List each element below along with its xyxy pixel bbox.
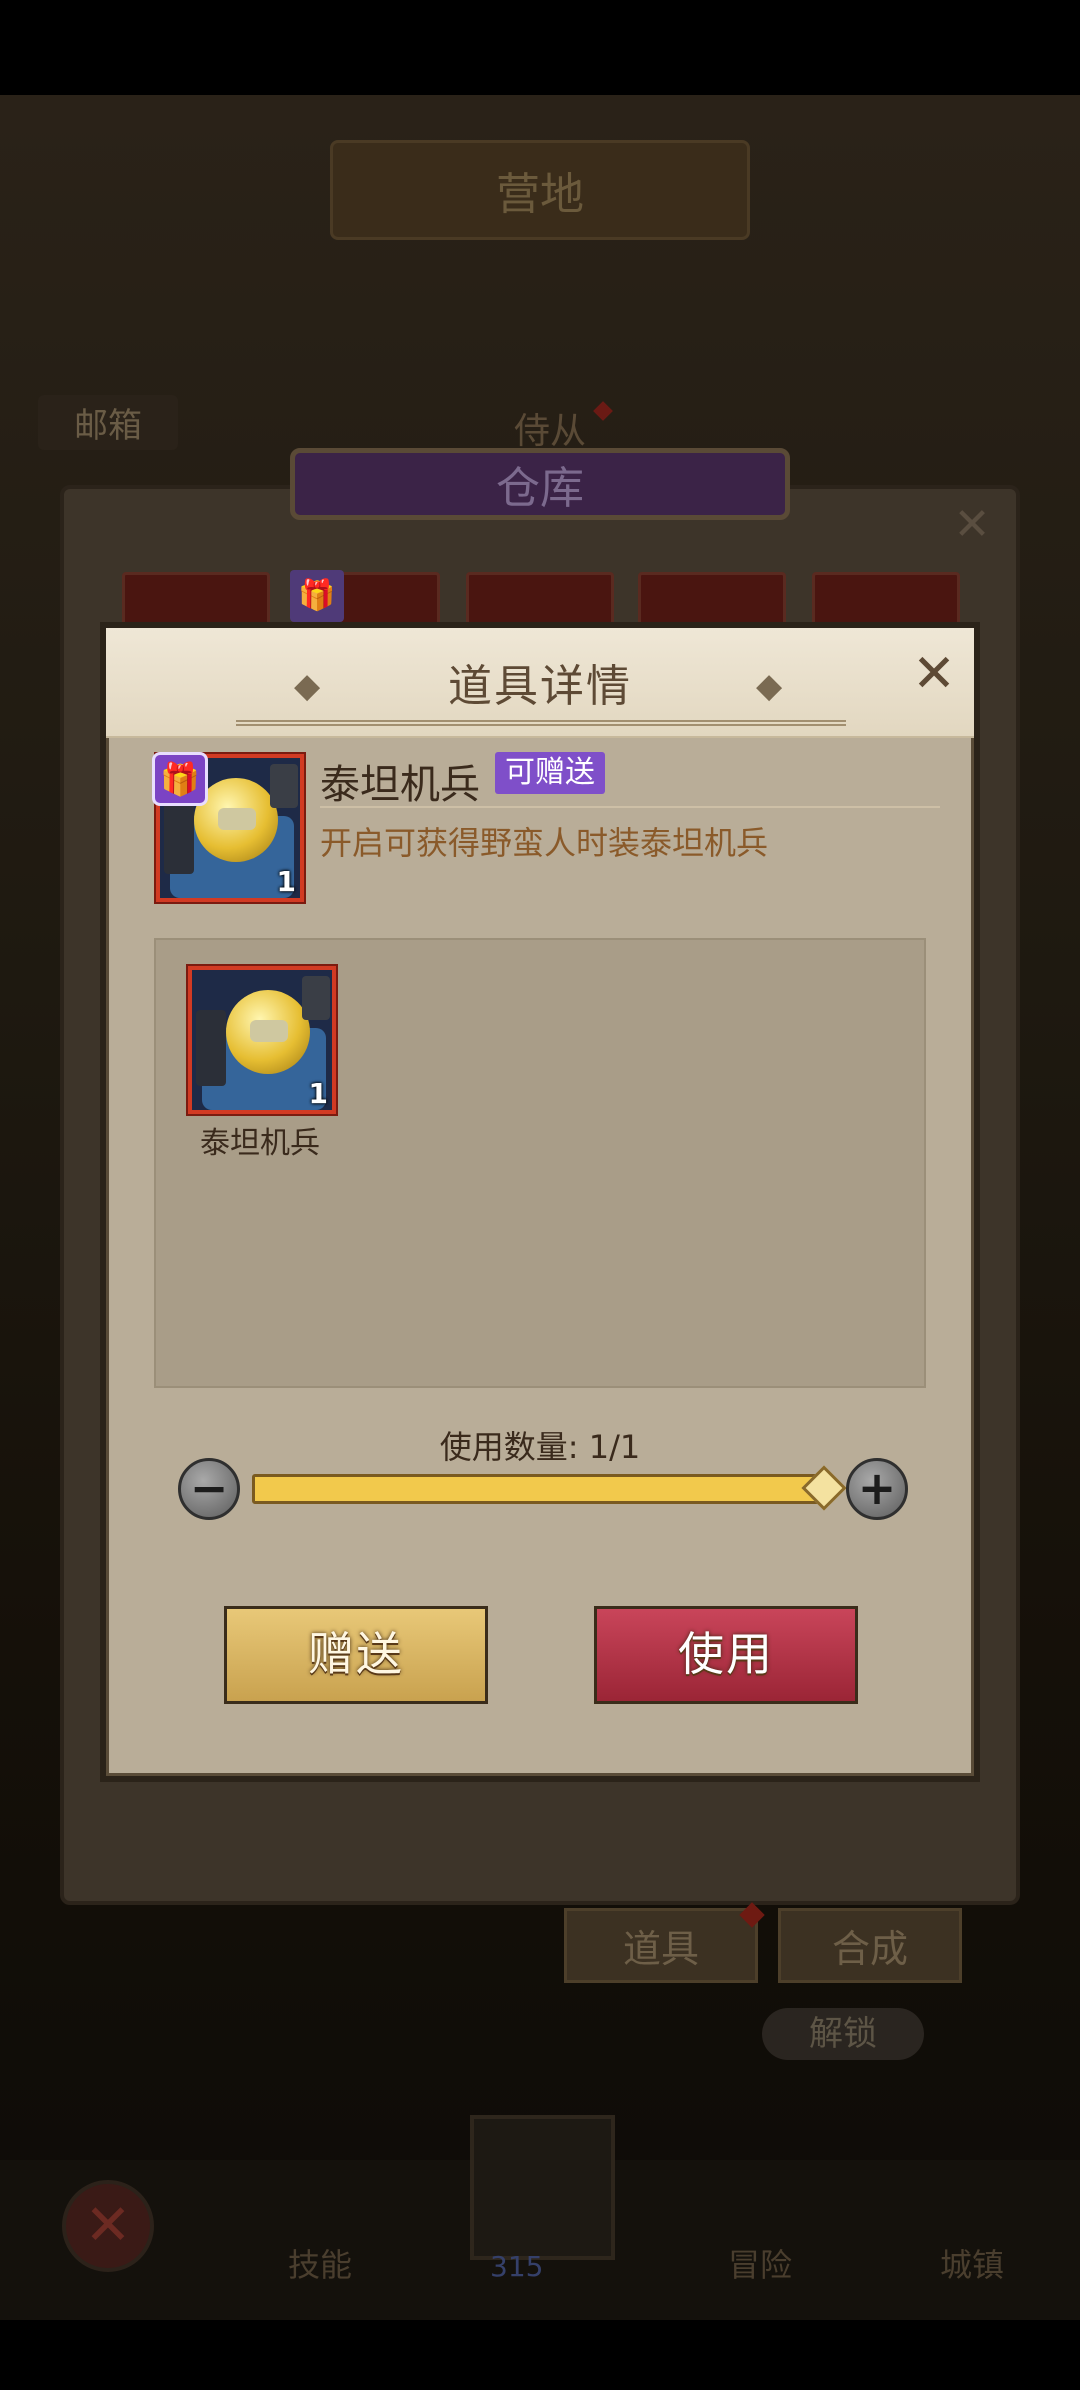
reward-item-icon[interactable]: 1 [188,966,336,1114]
nav-center-emblem [470,2115,615,2260]
dialog-header: 道具详情 ◆ ◆ ✕ [106,628,974,738]
quantity-slider[interactable] [252,1474,832,1504]
header-divider [236,720,846,726]
unlock-button: 解锁 [762,2008,924,2060]
mail-button: 邮箱 [38,395,178,450]
items-tab: 道具 [564,1908,758,1983]
camp-title: 营地 [330,140,750,240]
reward-name: 泰坦机兵 [200,1126,320,1161]
warehouse-close-icon: ✕ [953,499,991,550]
item-description: 开启可获得野蛮人时装泰坦机兵 [320,824,769,862]
nav-close-icon: ✕ [62,2180,154,2272]
nav-skills: 技能 [287,2246,352,2284]
gift-icon: 🎁 [290,570,344,622]
nav-city: 城镇 [939,2246,1004,2284]
follower-label: 侍从 [513,411,586,452]
close-icon[interactable]: ✕ [906,646,962,702]
giftable-tag: 可赠送 [495,752,605,794]
item-divider [320,806,940,808]
dialog-title: 道具详情 [448,661,632,712]
synthesis-tab: 合成 [778,1908,962,1983]
increase-quantity-button[interactable]: + [846,1458,908,1520]
decrease-quantity-button[interactable]: − [178,1458,240,1520]
quantity-slider-fill [255,1477,829,1501]
ornament-left-icon: ◆ [294,666,321,706]
item-name: 泰坦机兵 [320,762,480,808]
use-quantity-label: 使用数量: 1/1 [439,1428,641,1466]
gift-button[interactable]: 赠送 [224,1606,488,1704]
reward-quantity: 1 [308,1077,328,1110]
item-quantity: 1 [276,865,296,898]
nav-adventure: 冒险 [727,2246,792,2284]
giftable-icon: 🎁 [152,752,208,806]
nav-energy-count: 315 [490,2250,544,2283]
warehouse-title: 仓库 [290,448,790,520]
ornament-right-icon: ◆ [756,666,783,706]
use-button[interactable]: 使用 [594,1606,858,1704]
